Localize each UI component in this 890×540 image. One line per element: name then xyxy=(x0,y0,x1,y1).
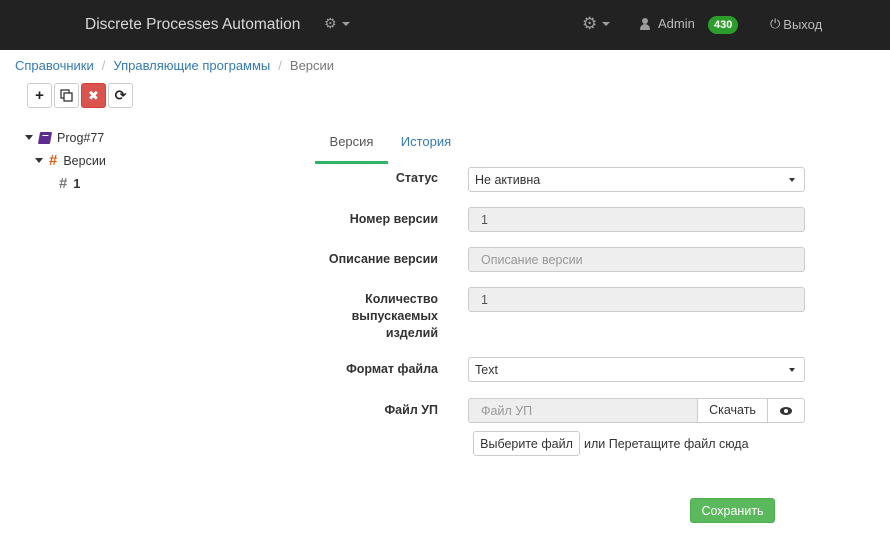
choose-file-button[interactable]: Выберите файл xyxy=(473,431,580,456)
file-format-label: Формат файла xyxy=(346,362,438,376)
quantity-field[interactable]: 1 xyxy=(468,287,805,312)
version-description-label: Описание версии xyxy=(328,252,438,266)
tree-node-versions[interactable]: # Версии xyxy=(25,149,106,172)
quantity-label-line: Количество xyxy=(365,292,438,306)
gear-icon: ⚙ xyxy=(582,14,598,33)
quantity-label-line: выпускаемых xyxy=(351,309,438,323)
version-number-field[interactable]: 1 xyxy=(468,207,805,232)
status-select-value: Не активна xyxy=(475,173,541,187)
chevron-down-icon xyxy=(789,368,795,372)
chevron-down-icon xyxy=(341,21,350,26)
brand-title[interactable]: Discrete Processes Automation xyxy=(85,16,300,34)
status-label: Статус xyxy=(395,171,438,185)
breadcrumb-item-programs[interactable]: Управляющие программы xyxy=(113,58,270,73)
file-label: Файл УП xyxy=(384,403,438,417)
copy-button[interactable] xyxy=(54,83,79,108)
breadcrumb-separator: / xyxy=(101,58,106,73)
breadcrumb-item-directories[interactable]: Справочники xyxy=(15,58,94,73)
file-input-group: Файл УП Скачать xyxy=(468,398,805,423)
eye-icon xyxy=(780,406,792,415)
quantity-label-line: изделий xyxy=(385,326,438,340)
top-navbar: Discrete Processes Automation ⚙ ⚙ Admin … xyxy=(0,0,890,50)
refresh-button[interactable]: ⟳ xyxy=(108,83,133,108)
add-button[interactable]: + xyxy=(27,83,52,108)
user-menu[interactable]: Admin xyxy=(640,16,695,31)
notification-badge[interactable]: 430 xyxy=(708,16,739,34)
delete-button[interactable]: ✖ xyxy=(81,83,106,108)
user-icon xyxy=(640,17,650,30)
refresh-icon: ⟳ xyxy=(114,87,127,103)
cogs-icon: ⚙ xyxy=(324,15,337,31)
tab-version[interactable]: Версия xyxy=(315,128,388,164)
hash-icon: # xyxy=(49,152,58,169)
chevron-down-icon xyxy=(602,22,611,26)
version-number-label: Номер версии xyxy=(349,212,438,226)
tree-node-program[interactable]: Prog#77 xyxy=(25,126,106,149)
quantity-label: Количество выпускаемых изделий xyxy=(238,291,438,342)
chevron-down-icon xyxy=(789,178,795,182)
tree-node-label: Prog#77 xyxy=(57,130,105,145)
status-select[interactable]: Не активна xyxy=(468,167,805,192)
save-button[interactable]: Сохранить xyxy=(690,498,775,523)
download-button[interactable]: Скачать xyxy=(697,398,768,423)
plus-icon: + xyxy=(35,87,44,104)
book-icon xyxy=(37,131,53,144)
breadcrumb-separator: / xyxy=(278,58,282,73)
user-name: Admin xyxy=(658,16,695,31)
file-format-select-value: Text xyxy=(475,363,498,377)
expand-toggle-icon[interactable] xyxy=(25,135,33,140)
view-file-button[interactable] xyxy=(768,398,805,423)
hash-icon: # xyxy=(59,175,68,192)
tree-node-label: 1 xyxy=(73,176,81,191)
tab-history[interactable]: История xyxy=(388,128,464,164)
modules-menu[interactable]: ⚙ xyxy=(324,15,350,32)
expand-toggle-icon[interactable] xyxy=(35,158,43,163)
breadcrumb: Справочники / Управляющие программы / Ве… xyxy=(15,58,334,73)
tree-node-label: Версии xyxy=(63,153,106,168)
drop-zone-text[interactable]: или Перетащите файл сюда xyxy=(584,437,749,451)
version-description-field[interactable]: Описание версии xyxy=(468,247,805,272)
logout-label: Выход xyxy=(783,16,823,32)
toolbar: + ✖ ⟳ xyxy=(27,83,133,108)
tree-node-version-1[interactable]: # 1 xyxy=(25,172,106,195)
breadcrumb-item-current: Версии xyxy=(289,58,335,73)
file-name-field[interactable]: Файл УП xyxy=(468,398,697,423)
settings-menu[interactable]: ⚙ xyxy=(582,14,611,34)
power-icon: ⏻ xyxy=(770,16,781,31)
tabs: Версия История xyxy=(315,128,464,164)
copy-icon xyxy=(60,89,73,102)
logout-link[interactable]: ⏻ Выход xyxy=(770,16,822,32)
remove-icon: ✖ xyxy=(88,87,99,103)
program-tree: Prog#77 # Версии # 1 xyxy=(25,126,106,195)
file-format-select[interactable]: Text xyxy=(468,357,805,382)
